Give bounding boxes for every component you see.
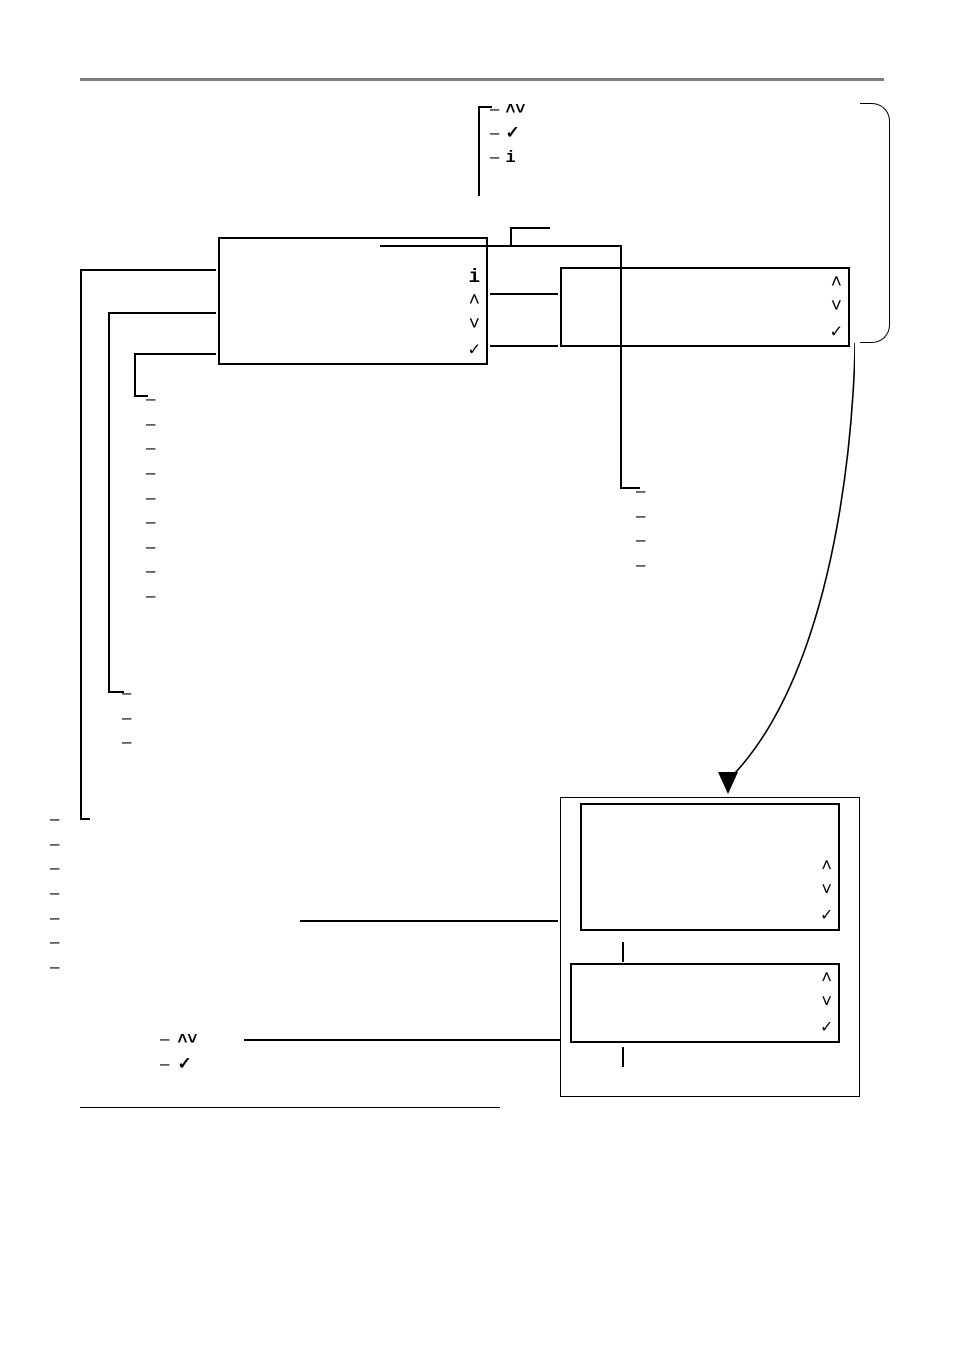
connector-line [80, 269, 216, 271]
list-item: ˄˅ [178, 1027, 560, 1052]
info-on-call-block-2 [50, 807, 600, 979]
list-item [68, 906, 600, 931]
connector-line [134, 353, 136, 395]
list-item: ˄˅ [504, 97, 870, 121]
lcd-zoom: ˄ ˅ ✓ [560, 267, 850, 347]
connector-line [134, 353, 216, 355]
lcd-line: ˄ [568, 271, 842, 295]
lcd-line: i [226, 265, 480, 289]
list-item [68, 955, 600, 980]
arrow-down-icon [718, 772, 738, 794]
list-item [140, 706, 686, 731]
list-item [68, 856, 600, 881]
functions-block [140, 387, 570, 609]
connector-line [300, 920, 558, 922]
lcd-line: ✓ [226, 337, 480, 361]
list-item [164, 412, 570, 437]
lcd-frame [560, 797, 860, 1097]
list-item [164, 510, 570, 535]
list-item [140, 681, 686, 706]
list-item [164, 461, 570, 486]
connector-line [490, 293, 558, 295]
list-item: i [504, 145, 870, 171]
connector-line [108, 312, 216, 314]
list-item [164, 559, 570, 584]
connector-line [510, 227, 550, 229]
connector-line [490, 345, 558, 347]
connector-line [620, 245, 622, 487]
connector-line [108, 312, 110, 692]
connector-line [478, 106, 480, 196]
list-item: ✓ [504, 121, 870, 145]
list-item [164, 486, 570, 511]
connector-line [80, 269, 82, 819]
footnote-rule [80, 1107, 500, 1108]
lcd-line: ✓ [568, 319, 842, 343]
list-item [164, 584, 570, 609]
divider [80, 78, 884, 81]
curved-bracket [860, 103, 890, 343]
list-item [68, 881, 600, 906]
connector-line [510, 227, 512, 247]
lcd-line: ˄ [226, 289, 480, 313]
list-item [140, 730, 686, 755]
lcd-line: ˅ [568, 295, 842, 319]
softkeys-top-block: ˄˅ ✓ i [490, 97, 870, 170]
list-item [164, 535, 570, 560]
info-on-call-block [126, 681, 686, 755]
list-item [68, 832, 600, 857]
lcd-main: i ˄ ˅ ✓ [218, 237, 488, 365]
list-item [164, 387, 570, 412]
list-item: ✓ [178, 1052, 560, 1077]
list-item [68, 930, 600, 955]
lcd-line: ˅ [226, 313, 480, 337]
connector-line [380, 245, 620, 247]
list-item [68, 807, 600, 832]
curved-arrow [675, 343, 855, 803]
info-icon: i [469, 266, 480, 288]
list-item [164, 436, 570, 461]
softkeys-bottom-block: ˄˅ ✓ [160, 1027, 560, 1076]
